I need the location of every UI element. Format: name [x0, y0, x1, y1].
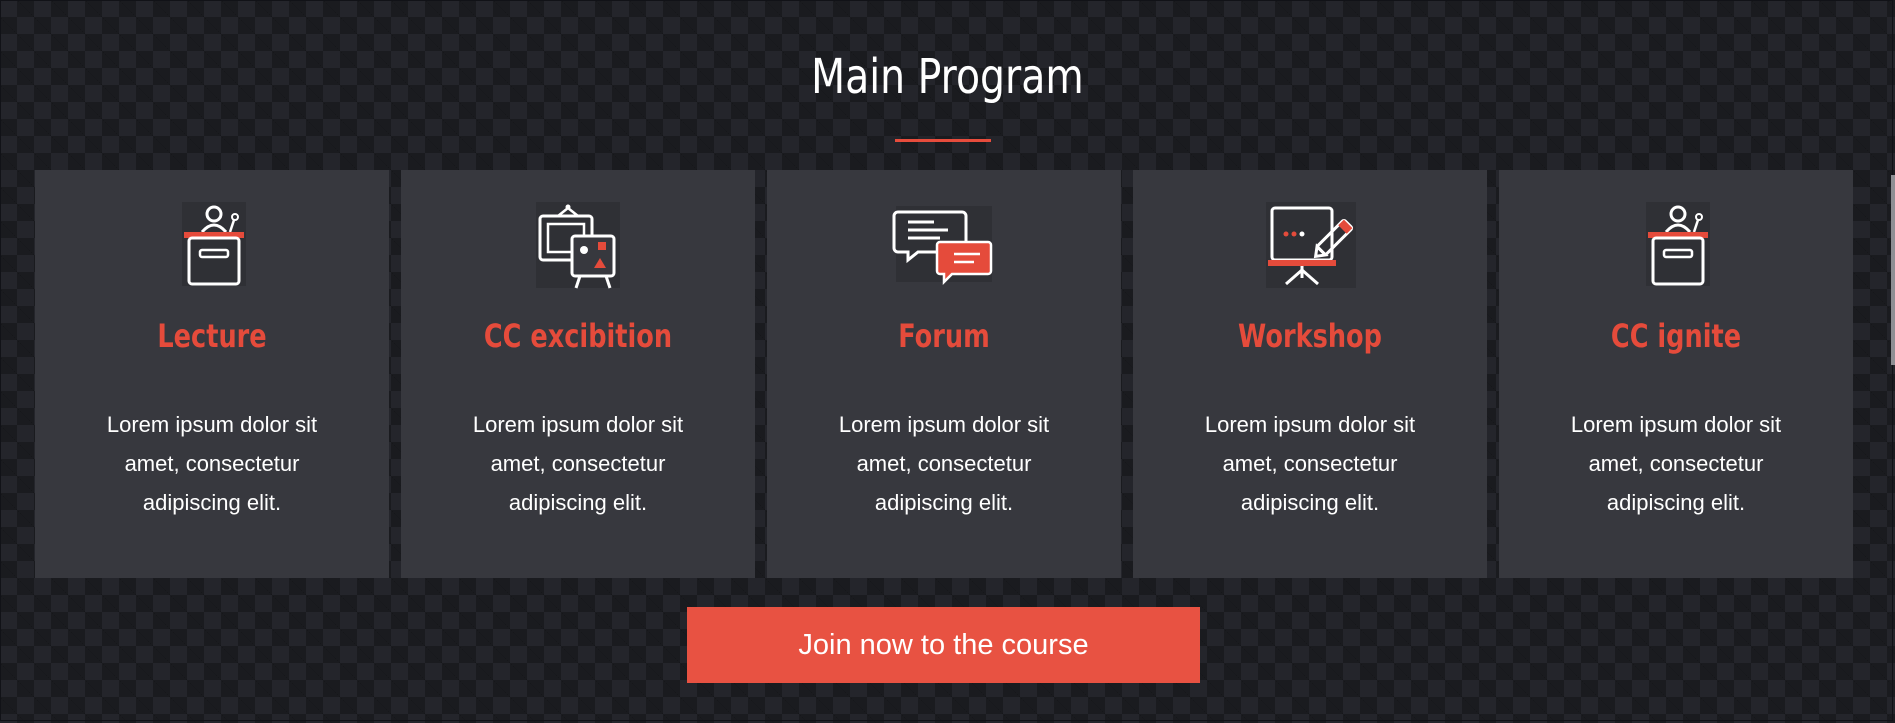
card-description: Lorem ipsum dolor sit amet, consectetur …	[1570, 412, 1782, 515]
program-card-ignite: CC ignite Lorem ipsum dolor sit amet, co…	[1499, 170, 1853, 578]
section-title: Main Program	[811, 49, 1084, 105]
podium-icon	[1646, 202, 1710, 286]
card-description: Lorem ipsum dolor sit amet, consectetur …	[106, 412, 318, 515]
program-card-lecture: Lecture Lorem ipsum dolor sit amet, cons…	[35, 170, 389, 578]
card-title: Workshop	[1238, 317, 1382, 355]
title-divider	[895, 139, 991, 142]
card-title: Lecture	[157, 317, 267, 355]
scrollbar[interactable]	[1891, 175, 1895, 365]
card-description: Lorem ipsum dolor sit amet, consectetur …	[838, 412, 1050, 515]
card-description: Lorem ipsum dolor sit amet, consectetur …	[472, 412, 684, 515]
whiteboard-marker-icon	[1266, 202, 1356, 288]
card-title: Forum	[898, 317, 990, 355]
program-card-workshop: Workshop Lorem ipsum dolor sit amet, con…	[1133, 170, 1487, 578]
program-card-forum: Forum Lorem ipsum dolor sit amet, consec…	[767, 170, 1121, 578]
card-title: CC ignite	[1610, 317, 1742, 355]
chat-bubbles-icon	[892, 206, 993, 286]
card-description: Lorem ipsum dolor sit amet, consectetur …	[1204, 412, 1416, 515]
program-card-exhibition: CC excibition Lorem ipsum dolor sit amet…	[401, 170, 755, 578]
program-cards: Lecture Lorem ipsum dolor sit amet, cons…	[35, 170, 1855, 578]
podium-icon	[182, 202, 246, 286]
card-title: CC excibition	[483, 317, 673, 355]
easel-presentation-icon	[536, 202, 620, 289]
join-course-button[interactable]: Join now to the course	[687, 607, 1200, 683]
